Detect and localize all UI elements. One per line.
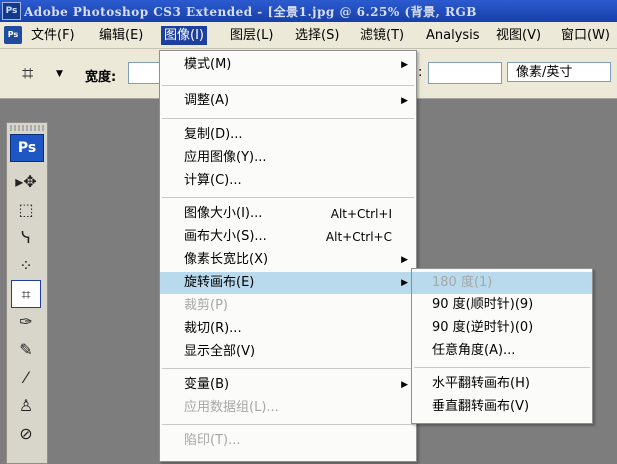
- menu-item-duplicate[interactable]: 复制(D)...: [160, 124, 416, 146]
- menu-layer[interactable]: 图层(L): [227, 26, 276, 45]
- submenu-item-rotate-90-cw[interactable]: 90 度(顺时针)(9): [412, 294, 592, 316]
- width-label: 宽度:: [85, 70, 117, 85]
- toolbox-grip[interactable]: [10, 125, 44, 131]
- magic-wand-tool-icon[interactable]: ⁘: [11, 252, 41, 280]
- menu-separator: [162, 118, 414, 119]
- menu-item-apply-image[interactable]: 应用图像(Y)...: [160, 147, 416, 169]
- submenu-separator: [414, 367, 590, 368]
- menu-item-mode[interactable]: 模式(M) ▶: [160, 54, 416, 76]
- menu-item-crop[interactable]: 裁剪(P): [160, 295, 416, 317]
- width-input[interactable]: [128, 62, 160, 84]
- app-menu-icon[interactable]: Ps: [4, 26, 22, 44]
- menu-item-pixel-aspect-ratio[interactable]: 像素长宽比(X) ▶: [160, 249, 416, 271]
- menu-separator: [162, 424, 414, 425]
- menu-item-adjustments[interactable]: 调整(A) ▶: [160, 90, 416, 112]
- submenu-arrow-icon: ▶: [401, 255, 408, 265]
- slice-tool-icon[interactable]: ✑: [11, 308, 41, 336]
- healing-brush-tool-icon[interactable]: ✎: [11, 336, 41, 364]
- toolbox: Ps ▸✥ ⬚ ᓭ ⁘ ⌗ ✑ ✎ ⁄ ♙ ⊘: [6, 122, 48, 464]
- menu-file[interactable]: 文件(F): [28, 26, 78, 45]
- crop-tool-icon[interactable]: ⌗: [22, 61, 33, 85]
- resolution-input[interactable]: [428, 62, 502, 84]
- submenu-arrow-icon: ▶: [401, 96, 408, 106]
- menu-item-rotate-canvas[interactable]: 旋转画布(E) ▶: [160, 272, 416, 294]
- resolution-label: :: [418, 65, 423, 80]
- submenu-arrow-icon: ▶: [401, 278, 408, 288]
- menu-analysis[interactable]: Analysis: [423, 26, 483, 45]
- photoshop-logo-icon: Ps: [2, 2, 21, 20]
- menu-separator: [162, 197, 414, 198]
- menu-edit[interactable]: 编辑(E): [96, 26, 146, 45]
- menu-item-canvas-size[interactable]: 画布大小(S)... Alt+Ctrl+C: [160, 226, 416, 248]
- submenu-arrow-icon: ▶: [401, 380, 408, 390]
- submenu-item-rotate-180[interactable]: 180 度(1): [412, 272, 592, 294]
- title-bar: Ps Adobe Photoshop CS3 Extended - [全景1.j…: [0, 0, 617, 22]
- menu-item-apply-data-set[interactable]: 应用数据组(L)...: [160, 397, 416, 419]
- menu-separator: [162, 85, 414, 86]
- tool-preset-dropdown-icon[interactable]: ▼: [56, 69, 63, 79]
- menu-item-calculations[interactable]: 计算(C)...: [160, 170, 416, 192]
- lasso-tool-icon[interactable]: ᓭ: [11, 224, 41, 252]
- menu-bar: Ps 文件(F) 编辑(E) 图像(I) 图层(L) 选择(S) 滤镜(T) A…: [0, 22, 617, 49]
- menu-item-trim[interactable]: 裁切(R)...: [160, 318, 416, 340]
- menu-separator: [162, 368, 414, 369]
- crop-tool-selected-icon[interactable]: ⌗: [11, 280, 41, 308]
- menu-item-trap[interactable]: 陷印(T)...: [160, 430, 416, 452]
- clone-stamp-tool-icon[interactable]: ♙: [11, 392, 41, 420]
- rotate-canvas-submenu: 180 度(1) 90 度(顺时针)(9) 90 度(逆时针)(0) 任意角度(…: [411, 268, 593, 424]
- menu-view[interactable]: 视图(V): [493, 26, 544, 45]
- submenu-item-flip-vertical[interactable]: 垂直翻转画布(V): [412, 396, 592, 418]
- window-title: Adobe Photoshop CS3 Extended - [全景1.jpg …: [24, 5, 477, 19]
- image-menu-dropdown: 模式(M) ▶ 调整(A) ▶ 复制(D)... 应用图像(Y)... 计算(C…: [159, 50, 417, 462]
- history-brush-tool-icon[interactable]: ⊘: [11, 420, 41, 448]
- menu-select[interactable]: 选择(S): [292, 26, 342, 45]
- toolbox-logo[interactable]: Ps: [10, 134, 44, 162]
- menu-item-variables[interactable]: 变量(B) ▶: [160, 374, 416, 396]
- submenu-item-rotate-90-ccw[interactable]: 90 度(逆时针)(0): [412, 317, 592, 339]
- move-tool-icon[interactable]: ▸✥: [11, 168, 41, 196]
- submenu-arrow-icon: ▶: [401, 60, 408, 70]
- menu-filter[interactable]: 滤镜(T): [357, 26, 407, 45]
- menu-item-reveal-all[interactable]: 显示全部(V): [160, 341, 416, 363]
- brush-tool-icon[interactable]: ⁄: [11, 364, 41, 392]
- menu-window[interactable]: 窗口(W): [558, 26, 613, 45]
- menu-image[interactable]: 图像(I): [161, 26, 207, 45]
- resolution-unit-select[interactable]: 像素/英寸: [507, 62, 611, 82]
- submenu-item-flip-horizontal[interactable]: 水平翻转画布(H): [412, 373, 592, 395]
- menu-item-image-size[interactable]: 图像大小(I)... Alt+Ctrl+I: [160, 203, 416, 225]
- submenu-item-arbitrary[interactable]: 任意角度(A)...: [412, 340, 592, 362]
- marquee-tool-icon[interactable]: ⬚: [11, 196, 41, 224]
